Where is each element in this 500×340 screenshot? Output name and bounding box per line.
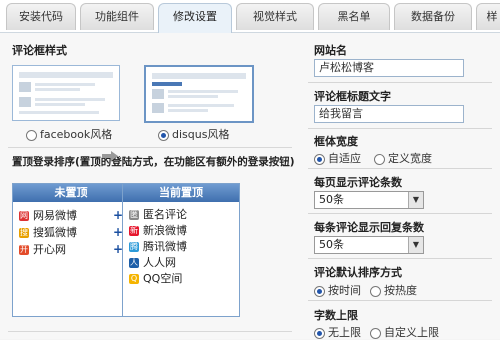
sort-hot-radio[interactable] xyxy=(370,285,381,297)
word-limit-none-option[interactable]: 无上限 xyxy=(314,324,361,340)
divider xyxy=(308,168,492,169)
width-auto-radio[interactable] xyxy=(314,153,325,165)
login-order-title: 置顶登录排序(置顶的登陆方式，在功能区有额外的登录按钮) xyxy=(12,156,295,168)
replies-select[interactable]: 50条 ▼ xyxy=(314,236,424,254)
divider xyxy=(308,213,492,214)
divider xyxy=(308,258,492,259)
unpinned-login-panel: 未置顶 网网易微博 + 搜搜狐微博 + 开开心网 + xyxy=(12,183,130,317)
settings-tab-bar: 安装代码 功能组件 修改设置 视觉样式 黑名单 数据备份 样 xyxy=(0,0,500,33)
site-name-input[interactable]: 卢松松博客 xyxy=(314,59,464,77)
login-item-renren[interactable]: 人人人网 xyxy=(129,256,176,270)
tab-install-code[interactable]: 安装代码 xyxy=(6,3,76,30)
box-title-input[interactable]: 给我留言 xyxy=(314,105,464,123)
divider xyxy=(308,82,492,83)
divider xyxy=(308,128,492,129)
tab-data-backup[interactable]: 数据备份 xyxy=(394,3,472,30)
word-limit-custom-radio[interactable] xyxy=(370,327,381,339)
kaixin-icon: 开 xyxy=(19,245,29,255)
netease-icon: 网 xyxy=(19,211,29,221)
divider xyxy=(8,331,292,332)
replies-label: 每条评论显示回复条数 xyxy=(314,221,424,234)
facebook-style-option[interactable]: facebook风格 xyxy=(26,126,112,142)
disqus-style-radio[interactable] xyxy=(158,129,169,141)
per-page-label: 每页显示评论条数 xyxy=(314,176,402,189)
width-auto-option[interactable]: 自适应 xyxy=(314,150,361,166)
anonymous-icon: 匿 xyxy=(129,210,139,220)
sort-label: 评论默认排序方式 xyxy=(314,266,402,279)
login-item-sina[interactable]: 新新浪微博 xyxy=(129,224,187,238)
pinned-header: 当前置顶 xyxy=(123,184,239,202)
tab-modify-settings[interactable]: 修改设置 xyxy=(158,3,232,33)
tencent-icon: 腾 xyxy=(129,242,139,252)
box-width-label: 框体宽度 xyxy=(314,135,358,148)
disqus-style-preview[interactable] xyxy=(144,65,254,123)
login-item-sohu[interactable]: 搜搜狐微博 xyxy=(19,226,77,240)
left-column: 评论框样式 facebook风格 disqus风格 置顶登录排序(置顶的登陆方式… xyxy=(0,33,300,339)
disqus-style-label: disqus风格 xyxy=(172,128,230,141)
unpinned-header: 未置顶 xyxy=(13,184,129,202)
sina-icon: 新 xyxy=(129,226,139,236)
word-limit-none-radio[interactable] xyxy=(314,327,325,339)
width-custom-option[interactable]: 定义宽度 xyxy=(374,150,432,166)
word-limit-custom-option[interactable]: 自定义上限 xyxy=(370,324,439,340)
chevron-down-icon[interactable]: ▼ xyxy=(408,237,423,253)
tab-visual-style[interactable]: 视觉样式 xyxy=(236,3,314,30)
renren-icon: 人 xyxy=(129,258,139,268)
facebook-style-label: facebook风格 xyxy=(40,128,113,141)
login-item-tencent[interactable]: 腾腾讯微博 xyxy=(129,240,187,254)
pinned-login-panel: 当前置顶 匿匿名评论 新新浪微博 腾腾讯微博 人人人网 Q QQ空间 xyxy=(122,183,240,317)
right-column: 网站名 卢松松博客 评论框标题文字 给我留言 框体宽度 自适应 定义宽度 每页显… xyxy=(300,33,500,339)
arrow-right-icon xyxy=(102,151,118,161)
sort-time-option[interactable]: 按时间 xyxy=(314,282,361,298)
divider xyxy=(308,300,492,301)
settings-content: 评论框样式 facebook风格 disqus风格 置顶登录排序(置顶的登陆方式… xyxy=(0,33,500,339)
facebook-style-radio[interactable] xyxy=(26,129,37,141)
tab-more[interactable]: 样 xyxy=(476,3,500,30)
qzone-icon: Q xyxy=(129,274,139,284)
tab-blacklist[interactable]: 黑名单 xyxy=(318,3,390,30)
divider xyxy=(8,147,292,148)
width-custom-radio[interactable] xyxy=(374,153,385,165)
tab-components[interactable]: 功能组件 xyxy=(80,3,154,30)
site-name-label: 网站名 xyxy=(314,44,347,57)
disqus-style-option[interactable]: disqus风格 xyxy=(158,126,229,142)
word-limit-label: 字数上限 xyxy=(314,309,358,322)
login-item-qzone[interactable]: Q QQ空间 xyxy=(129,272,182,286)
login-item-kaixin[interactable]: 开开心网 xyxy=(19,243,66,257)
sort-time-radio[interactable] xyxy=(314,285,325,297)
sort-hot-option[interactable]: 按热度 xyxy=(370,282,417,298)
login-item-netease[interactable]: 网网易微博 xyxy=(19,209,77,223)
sohu-icon: 搜 xyxy=(19,228,29,238)
login-item-anonymous[interactable]: 匿匿名评论 xyxy=(129,208,187,222)
chevron-down-icon[interactable]: ▼ xyxy=(408,192,423,208)
comment-style-title: 评论框样式 xyxy=(12,44,67,57)
per-page-select[interactable]: 50条 ▼ xyxy=(314,191,424,209)
box-title-label: 评论框标题文字 xyxy=(314,90,391,103)
facebook-style-preview[interactable] xyxy=(12,65,120,121)
